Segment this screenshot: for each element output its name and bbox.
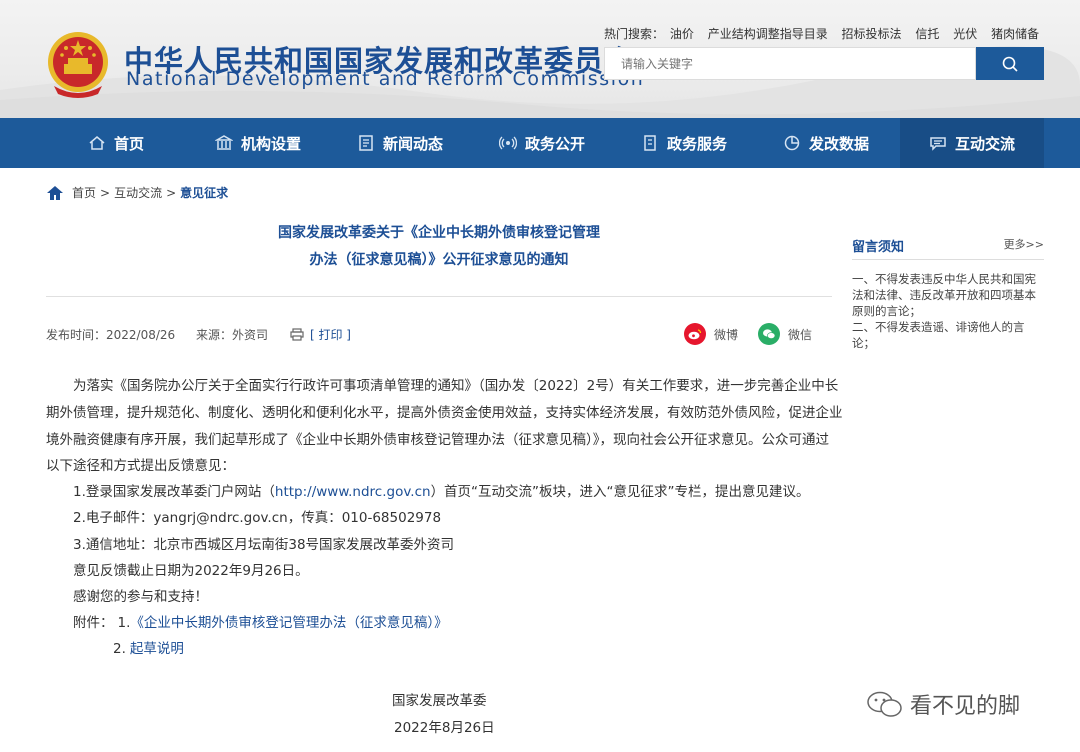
hot-search-term[interactable]: 招标投标法 [842, 27, 902, 41]
search-box [604, 47, 976, 80]
national-emblem-icon[interactable] [44, 28, 112, 98]
attachment-number: 2. [113, 641, 126, 657]
paragraph-line: 期外债管理，提升规范化、制度化、透明化和便利化水平，提高外债资金使用效益，支持实… [46, 405, 843, 421]
chat-icon [930, 137, 946, 151]
sidebar-notice-line: 原则的言论； [852, 304, 921, 318]
nav-item-news[interactable]: 新闻动态 [344, 118, 456, 168]
document-icon [644, 135, 656, 151]
printer-icon [290, 328, 304, 341]
watermark: 看不见的脚 [866, 688, 1020, 720]
nav-item-organization[interactable]: 机构设置 [202, 118, 314, 168]
article-source: 来源：外资司 [196, 328, 269, 342]
breadcrumb-interaction[interactable]: 互动交流 [114, 184, 162, 201]
site-title-english[interactable]: National Development and Reform Commissi… [126, 68, 644, 90]
watermark-text: 看不见的脚 [910, 694, 1021, 719]
attachment-label: 附件： [73, 615, 114, 631]
wechat-icon [758, 323, 780, 345]
hot-search-term[interactable]: 油价 [670, 27, 694, 41]
attachment-2: 2. 起草说明 [113, 639, 184, 659]
nav-item-label: 政务公开 [524, 134, 585, 153]
pie-chart-icon [784, 135, 800, 151]
feedback-item-1-suffix: ）首页“互动交流”板块，进入“意见征求”专栏，提出意见建议。 [430, 484, 810, 500]
wechat-icon [867, 691, 902, 717]
hot-search-term[interactable]: 产业结构调整指导目录 [708, 27, 828, 41]
breadcrumb-separator: > [100, 185, 111, 200]
sidebar-notice-line: 论； [852, 336, 875, 350]
signature: 国家发展改革委 [392, 693, 487, 709]
ndrc-website-link[interactable]: http://www.ndrc.gov.cn [275, 484, 431, 500]
feedback-item-1-prefix: 1.登录国家发展改革委门户网站（ [73, 484, 275, 500]
hot-search-label: 热门搜索： [604, 27, 665, 41]
sidebar-notice-line: 法和法律、违反改革开放和四项基本 [852, 288, 1036, 302]
share-wechat-label: 微信 [788, 327, 813, 342]
home-icon [89, 136, 105, 150]
sidebar-title: 留言须知 [852, 240, 905, 255]
attachment-1-link[interactable]: 《企业中长期外债审核登记管理办法（征求意见稿）》 [130, 615, 447, 631]
feedback-item-2: 2.电子邮件：yangrj@ndrc.gov.cn，传真：010-6850297… [73, 510, 442, 526]
deadline-text: 意见反馈截止日期为2022年9月26日。 [73, 563, 309, 579]
nav-item-interaction[interactable]: 互动交流 [900, 118, 1044, 168]
hot-search-term[interactable]: 光伏 [953, 27, 977, 41]
nav-item-label: 政务服务 [666, 134, 727, 153]
sidebar-notice-line: 一、不得发表违反中华人民共和国宪 [852, 272, 1036, 286]
title-divider [46, 296, 832, 297]
nav-item-home[interactable]: 首页 [60, 118, 172, 168]
share-weibo-label: 微博 [714, 327, 739, 342]
sidebar-header: 留言须知 更多>> [852, 232, 1044, 260]
paragraph-line: 为落实《国务院办公厅关于全面实行行政许可事项清单管理的通知》（国办发〔2022〕… [73, 378, 839, 394]
print-label: [ 打印 ] [310, 328, 351, 342]
publish-time: 发布时间：2022/08/26 [46, 328, 176, 342]
article-title-line2: 办法（征求意见稿）》公开征求意见的通知 [309, 252, 569, 268]
hot-search-bar: 热门搜索： 油价 产业结构调整指导目录 招标投标法 信托 光伏 猪肉储备 [604, 25, 1049, 42]
paragraph-line: 以下途径和方式提出反馈意见： [46, 458, 235, 474]
sidebar-more-link[interactable]: 更多>> [1004, 236, 1044, 252]
broadcast-icon [498, 136, 517, 150]
paragraph-line: 境外融资健康有序开展，我们起草形成了《企业中长期外债审核登记管理办法（征求意见稿… [46, 432, 829, 448]
search-icon [1002, 56, 1018, 72]
sidebar-notice-line: 二、不得发表造谣、诽谤他人的言 [852, 320, 1025, 334]
nav-item-label: 发改数据 [808, 134, 869, 153]
attachment-number: 1. [117, 615, 131, 631]
nav-item-label: 机构设置 [240, 134, 301, 153]
nav-item-services[interactable]: 政务服务 [628, 118, 740, 168]
feedback-item-1: 1.登录国家发展改革委门户网站（http://www.ndrc.gov.cn）首… [73, 482, 810, 502]
nav-item-label: 首页 [113, 134, 144, 153]
signature-date: 2022年8月26日 [394, 720, 495, 736]
share-weibo[interactable]: 微博 [684, 322, 738, 346]
thanks-text: 感谢您的参与和支持！ [73, 589, 208, 605]
home-icon [47, 185, 63, 200]
main-nav: 首页 机构设置 新闻动态 政务公开 政务服务 发改数据 互动交流 [0, 118, 1080, 168]
attachment-1: 附件： 1.《企业中长期外债审核登记管理办法（征求意见稿）》 [73, 613, 448, 633]
article-title-line1: 国家发展改革委关于《企业中长期外债审核登记管理 [278, 225, 600, 241]
nav-item-government-affairs[interactable]: 政务公开 [486, 118, 598, 168]
nav-item-data[interactable]: 发改数据 [770, 118, 882, 168]
news-icon [359, 135, 373, 151]
search-button[interactable] [976, 47, 1044, 80]
feedback-item-3: 3.通信地址：北京市西城区月坛南街38号国家发展改革委外资司 [73, 537, 455, 553]
hot-search-term[interactable]: 信托 [915, 27, 939, 41]
building-icon [214, 135, 233, 150]
print-button[interactable]: [ 打印 ] [290, 326, 351, 343]
breadcrumb-home[interactable]: 首页 [72, 184, 96, 201]
breadcrumb-current[interactable]: 意见征求 [180, 184, 228, 201]
site-header: 中华人民共和国国家发展和改革委员会 National Development a… [0, 0, 1080, 118]
hot-search-term[interactable]: 猪肉储备 [991, 27, 1039, 41]
weibo-icon [684, 323, 706, 345]
attachment-2-link[interactable]: 起草说明 [130, 641, 184, 657]
nav-item-label: 新闻动态 [382, 134, 443, 153]
breadcrumb-separator: > [166, 185, 177, 200]
share-wechat[interactable]: 微信 [758, 322, 812, 346]
nav-item-label: 互动交流 [954, 134, 1015, 153]
search-input[interactable] [605, 48, 975, 79]
breadcrumb: 首页 > 互动交流 > 意见征求 [46, 184, 228, 201]
